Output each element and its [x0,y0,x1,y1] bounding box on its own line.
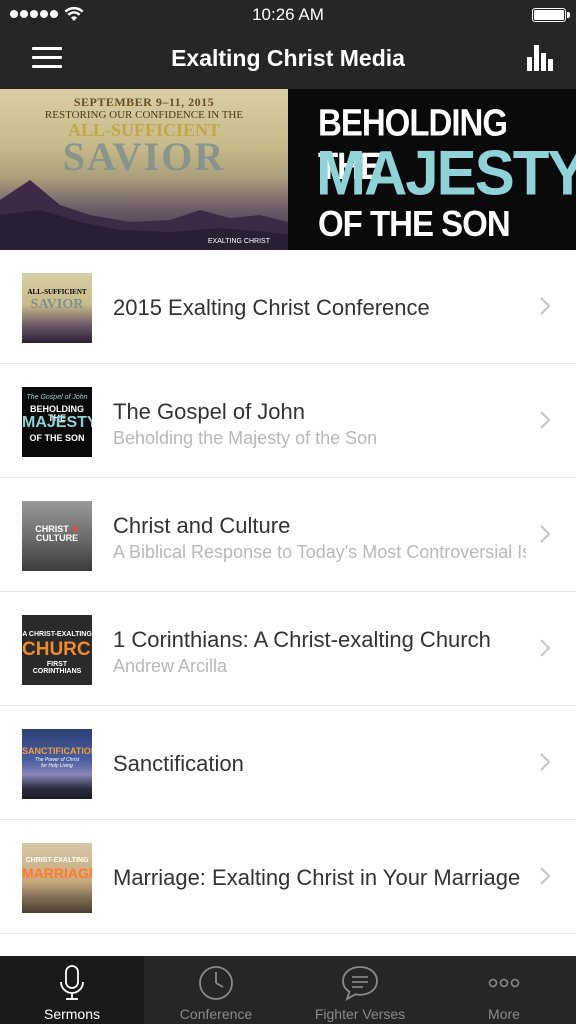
series-thumbnail: CHRIST-EXALTING MARRIAGE [22,843,92,913]
banner-date: SEPTEMBER 9–11, 2015 [73,95,215,109]
tab-label: More [488,1006,520,1022]
series-list[interactable]: ALL-SUFFICIENT SAVIOR 2015 Exalting Chri… [0,250,576,956]
page-title: Exalting Christ Media [171,45,405,71]
banner-series-artwork: BEHOLDING THE MAJESTY OF THE SON [288,89,576,250]
thumb-text: CHRIST-EXALTING [25,857,89,864]
series-thumbnail: CHRIST ✚ CULTURE [22,501,92,571]
series-title: The Gospel of John [113,399,306,424]
tab-more[interactable]: More [432,956,576,1024]
thumb-text: MARRIAGE [22,865,92,881]
list-item[interactable]: CHRIST-EXALTING MARRIAGE Marriage: Exalt… [0,820,576,934]
list-item[interactable]: ALL-SUFFICIENT SAVIOR 2015 Exalting Chri… [0,250,576,364]
clock-icon [199,966,233,1000]
tab-label: Sermons [43,1006,101,1022]
banner-conference-artwork: SEPTEMBER 9–11, 2015 RESTORING OUR CONFI… [0,89,288,250]
featured-banner[interactable]: SEPTEMBER 9–11, 2015 RESTORING OUR CONFI… [0,89,576,250]
thumb-text: FIRST CORINTHIANS [32,661,82,675]
banner-brand-logo: EXALTING CHRIST [207,238,270,245]
chevron-right-icon [540,297,551,315]
tab-label: Conference [179,1006,253,1022]
thumb-text: CHRIST ✚ CULTURE [35,524,79,543]
tab-sermons[interactable]: Sermons [0,956,144,1024]
thumb-text: SANCTIFICATION [22,746,92,756]
status-bar: 10:26 AM [0,0,576,30]
series-title: Marriage: Exalting Christ in Your Marria… [113,865,521,890]
chevron-right-icon [540,411,551,429]
series-title: Sanctification [113,751,244,776]
speech-bubble-icon [342,966,378,1001]
thumb-text: A CHRIST-EXALTING [22,631,92,638]
chevron-right-icon [540,525,551,543]
banner-line-2: MAJESTY [316,138,576,209]
chevron-right-icon [540,639,551,657]
list-item[interactable]: A CHRIST-EXALTING CHURCH FIRST CORINTHIA… [0,592,576,706]
series-subtitle: Andrew Arcilla [113,656,228,676]
nav-bar: Exalting Christ Media [0,30,576,89]
series-thumbnail: SANCTIFICATION The Power of Christ for H… [22,729,92,799]
thumb-text: CHURCH [22,639,92,660]
thumb-text-culture: CULTURE [35,533,79,543]
tab-label: Fighter Verses [314,1006,406,1022]
chevron-right-icon [540,867,551,885]
banner-line-3: OF THE SON [318,203,511,244]
tab-bar: Sermons Conference Fighter Verses More [0,956,576,1024]
series-thumbnail: A CHRIST-EXALTING CHURCH FIRST CORINTHIA… [22,615,92,685]
bar-chart-icon[interactable] [526,45,554,71]
list-item[interactable]: The Gospel of John BEHOLDING THE MAJESTY… [0,364,576,478]
thumb-text: ALL-SUFFICIENT [27,288,87,296]
chevron-right-icon [540,753,551,771]
thumb-text: for Holy Living [41,763,73,769]
more-dots-icon [488,978,520,988]
series-thumbnail: ALL-SUFFICIENT SAVIOR [22,273,92,343]
microphone-icon [60,965,84,1000]
series-thumbnail: The Gospel of John BEHOLDING THE MAJESTY… [22,387,92,457]
thumb-text: MAJESTY [22,414,92,431]
battery-icon [532,8,570,22]
series-title: 2015 Exalting Christ Conference [113,295,430,320]
list-item[interactable]: SANCTIFICATION The Power of Christ for H… [0,706,576,820]
series-subtitle: A Biblical Response to Today's Most Cont… [113,542,526,562]
tab-fighter-verses[interactable]: Fighter Verses [288,956,432,1024]
series-title: 1 Corinthians: A Christ-exalting Church [113,627,491,652]
hamburger-menu-icon[interactable] [32,47,62,69]
thumb-text: OF THE SON [29,433,85,443]
series-subtitle: Beholding the Majesty of the Son [113,428,378,448]
thumb-text: SAVIOR [30,297,84,312]
list-item[interactable]: CHRIST ✚ CULTURE Christ and Culture A Bi… [0,478,576,592]
tab-conference[interactable]: Conference [144,956,288,1024]
thumb-text: The Gospel of John [26,394,88,401]
banner-savior: SAVIOR [62,134,226,179]
series-title: Christ and Culture [113,513,291,538]
status-time: 10:26 AM [252,5,324,24]
